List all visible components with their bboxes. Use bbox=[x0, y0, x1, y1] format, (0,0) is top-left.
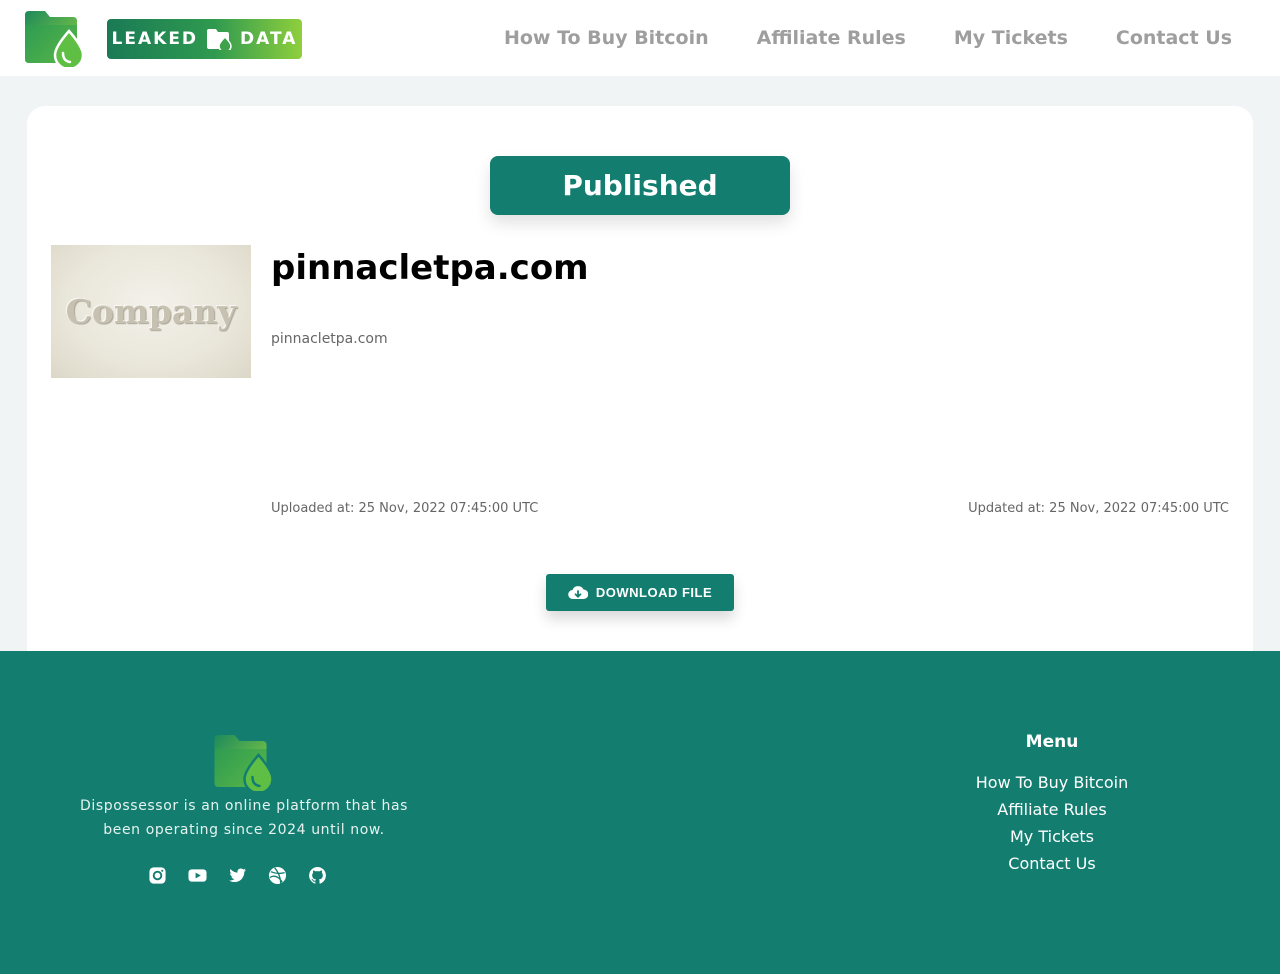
footer-description: Dispossessor is an online platform that … bbox=[79, 798, 409, 838]
github-icon[interactable] bbox=[307, 865, 327, 885]
footer-menu-affiliate-rules[interactable]: Affiliate Rules bbox=[902, 796, 1202, 823]
footer-menu-title: Menu bbox=[1025, 732, 1079, 752]
footer-menu: How To Buy Bitcoin Affiliate Rules My Ti… bbox=[902, 769, 1202, 877]
logo-text-right: DATA bbox=[240, 29, 298, 49]
twitter-icon[interactable] bbox=[227, 865, 247, 885]
thumbnail-text: Company bbox=[65, 292, 237, 331]
updated-timestamp: Updated at: 25 Nov, 2022 07:45:00 UTC bbox=[968, 501, 1229, 516]
post-title: pinnacletpa.com bbox=[271, 248, 589, 288]
footer-menu-how-to-buy-bitcoin[interactable]: How To Buy Bitcoin bbox=[902, 769, 1202, 796]
cloud-download-icon bbox=[568, 585, 588, 599]
leaked-data-logo[interactable]: LEAKED DATA bbox=[107, 19, 302, 59]
footer-menu-my-tickets[interactable]: My Tickets bbox=[902, 823, 1202, 850]
footer-menu-contact-us[interactable]: Contact Us bbox=[902, 850, 1202, 877]
nav-my-tickets[interactable]: My Tickets bbox=[954, 27, 1068, 49]
logo-text-left: LEAKED bbox=[111, 29, 199, 49]
nav-contact-us[interactable]: Contact Us bbox=[1116, 27, 1232, 49]
uploaded-timestamp: Uploaded at: 25 Nov, 2022 07:45:00 UTC bbox=[271, 501, 539, 516]
site-header: LEAKED DATA How To Buy Bitcoin Affiliate… bbox=[0, 0, 1280, 76]
download-file-label: DOWNLOAD FILE bbox=[595, 585, 713, 600]
main-nav: How To Buy Bitcoin Affiliate Rules My Ti… bbox=[504, 0, 1232, 76]
post-subtitle: pinnacletpa.com bbox=[271, 331, 388, 347]
post-card: Published Company pinnacletpa.com pinnac… bbox=[27, 106, 1253, 666]
site-footer: Dispossessor is an online platform that … bbox=[0, 651, 1280, 974]
post-thumbnail: Company bbox=[51, 245, 251, 378]
folder-drop-logo-icon bbox=[214, 735, 274, 791]
folder-icon bbox=[207, 29, 232, 50]
folder-drop-logo-icon[interactable] bbox=[23, 9, 85, 67]
youtube-icon[interactable] bbox=[187, 865, 207, 885]
instagram-icon[interactable] bbox=[147, 865, 167, 885]
dribbble-icon[interactable] bbox=[267, 865, 287, 885]
status-badge: Published bbox=[490, 156, 790, 215]
download-file-button[interactable]: DOWNLOAD FILE bbox=[546, 574, 734, 611]
social-links bbox=[147, 865, 327, 885]
nav-affiliate-rules[interactable]: Affiliate Rules bbox=[757, 27, 906, 49]
nav-how-to-buy-bitcoin[interactable]: How To Buy Bitcoin bbox=[504, 27, 709, 49]
